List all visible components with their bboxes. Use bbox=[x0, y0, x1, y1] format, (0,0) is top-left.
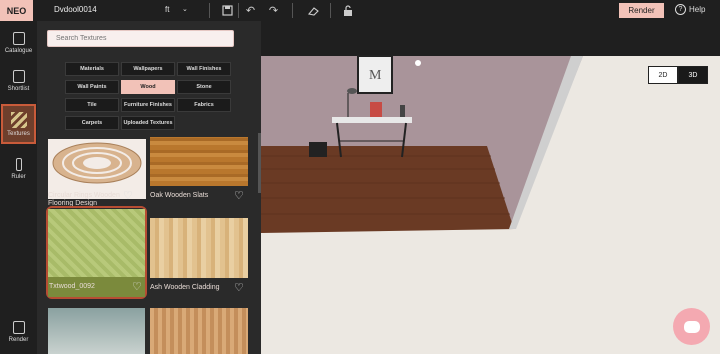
texture-thumbnail[interactable] bbox=[150, 137, 248, 186]
texture-thumbnail[interactable] bbox=[150, 308, 248, 354]
heart-icon[interactable]: ♡ bbox=[234, 283, 246, 294]
sidebar-item-label: Shortlist bbox=[7, 86, 30, 92]
texture-panel: Materials Wallpapers Wall Finishes Wall … bbox=[37, 21, 261, 354]
sidebar-item-ruler[interactable]: Ruler bbox=[0, 149, 37, 189]
texture-thumbnail[interactable] bbox=[48, 308, 145, 354]
chat-button[interactable] bbox=[673, 308, 710, 345]
sidebar-item-catalogue[interactable]: Catalogue bbox=[0, 23, 37, 63]
category-grid: Materials Wallpapers Wall Finishes Wall … bbox=[65, 62, 231, 132]
design-name[interactable]: Dvdool0014 bbox=[54, 5, 97, 14]
svg-text:M: M bbox=[369, 68, 382, 83]
app-logo[interactable]: NEO bbox=[0, 0, 33, 21]
undo-icon[interactable]: ↶ bbox=[243, 3, 258, 18]
chevron-down-icon[interactable]: ⌄ bbox=[182, 5, 188, 13]
toolbar-divider bbox=[238, 3, 239, 18]
texture-thumbnail[interactable] bbox=[150, 218, 248, 278]
category-materials[interactable]: Materials bbox=[65, 62, 119, 76]
render-button[interactable]: Render bbox=[619, 3, 664, 18]
texture-thumbnail[interactable] bbox=[48, 209, 145, 277]
top-toolbar: NEO Dvdool0014 ft ⌄ ↶ ↷ Render ? Help bbox=[0, 0, 720, 21]
sidebar-item-label: Ruler bbox=[11, 174, 26, 180]
category-tile[interactable]: Tile bbox=[65, 98, 119, 112]
view-toggle: 2D 3D bbox=[648, 66, 708, 84]
search-textures-input[interactable] bbox=[47, 30, 234, 47]
eraser-icon[interactable] bbox=[305, 3, 320, 18]
view-2d-button[interactable]: 2D bbox=[648, 66, 678, 84]
texture-name: Txtwood_0092 bbox=[49, 283, 95, 290]
help-button[interactable]: ? Help bbox=[675, 4, 705, 15]
category-wallpapers[interactable]: Wallpapers bbox=[121, 62, 175, 76]
save-icon[interactable] bbox=[220, 3, 235, 18]
view-3d-button[interactable]: 3D bbox=[678, 66, 708, 84]
toolbar-divider bbox=[292, 3, 293, 18]
category-uploaded-textures[interactable]: Uploaded Textures bbox=[121, 116, 175, 130]
category-carpets[interactable]: Carpets bbox=[65, 116, 119, 130]
category-furniture-finishes[interactable]: Furniture Finishes bbox=[121, 98, 175, 112]
category-wall-finishes[interactable]: Wall Finishes bbox=[177, 62, 231, 76]
sidebar-item-label: Render bbox=[8, 337, 29, 343]
question-icon: ? bbox=[675, 4, 686, 15]
sidebar-item-label: Textures bbox=[7, 130, 30, 137]
left-sidebar: Catalogue Shortlist Textures Ruler Rende… bbox=[0, 21, 37, 354]
heart-icon[interactable]: ♡ bbox=[234, 191, 246, 202]
unit-select[interactable]: ft bbox=[165, 5, 169, 14]
help-label: Help bbox=[689, 5, 706, 14]
category-wall-paints[interactable]: Wall Paints bbox=[65, 80, 119, 94]
heart-icon[interactable]: ♡ bbox=[132, 282, 144, 293]
sidebar-item-label: Catalogue bbox=[4, 48, 33, 54]
3d-viewport[interactable]: M 2D 3D bbox=[261, 21, 720, 354]
catalogue-icon bbox=[12, 32, 25, 45]
sidebar-item-shortlist[interactable]: Shortlist bbox=[0, 61, 37, 101]
sidebar-item-render[interactable]: Render bbox=[0, 312, 37, 352]
shortlist-icon bbox=[12, 70, 25, 83]
sidebar-item-textures[interactable]: Textures bbox=[1, 104, 36, 144]
ruler-icon bbox=[15, 158, 22, 171]
toolbar-divider bbox=[330, 3, 331, 18]
textures-icon bbox=[10, 111, 27, 128]
category-stone[interactable]: Stone bbox=[177, 80, 231, 94]
category-fabrics[interactable]: Fabrics bbox=[177, 98, 231, 112]
heart-icon[interactable]: ♡ bbox=[123, 191, 135, 202]
category-wood[interactable]: Wood bbox=[121, 80, 175, 94]
unlock-icon[interactable] bbox=[340, 3, 355, 18]
texture-name: Oak Wooden Slats bbox=[150, 192, 209, 199]
toolbar-divider bbox=[209, 3, 210, 18]
redo-icon[interactable]: ↷ bbox=[266, 3, 281, 18]
texture-name: Ash Wooden Cladding bbox=[150, 284, 220, 291]
render-icon bbox=[12, 321, 25, 334]
chat-icon bbox=[683, 320, 700, 333]
